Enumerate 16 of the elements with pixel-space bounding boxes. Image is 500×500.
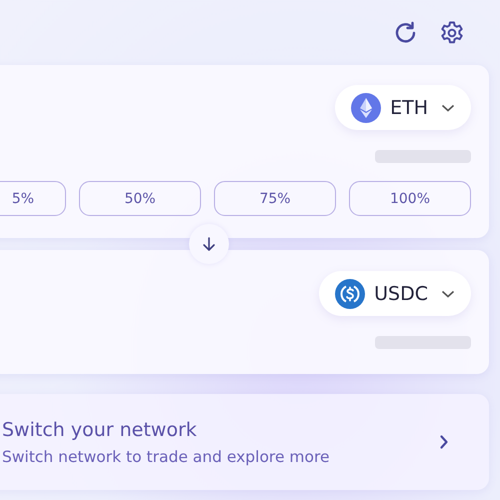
settings-icon[interactable] bbox=[439, 20, 465, 46]
arrow-down-icon bbox=[201, 236, 217, 252]
ethereum-icon bbox=[351, 92, 382, 122]
token-selector[interactable]: USDC bbox=[319, 271, 471, 316]
token-selector[interactable]: ETH bbox=[335, 85, 471, 130]
caret-icon bbox=[441, 288, 455, 298]
percent-button[interactable]: 5% bbox=[0, 181, 66, 216]
banner-title: Switch your network bbox=[2, 418, 198, 440]
dollar-coin-icon bbox=[335, 278, 366, 308]
percent-button[interactable]: 100% bbox=[349, 181, 471, 216]
caret-icon bbox=[441, 102, 455, 112]
percent-button[interactable]: 50% bbox=[79, 181, 201, 216]
percent-button[interactable]: 75% bbox=[214, 181, 336, 216]
banner-subtitle: Switch network to trade and explore more bbox=[2, 448, 331, 466]
chevron-right-icon bbox=[439, 434, 449, 450]
switch-network-banner[interactable]: Switch your network Switch network to trade and explore more bbox=[0, 394, 489, 490]
